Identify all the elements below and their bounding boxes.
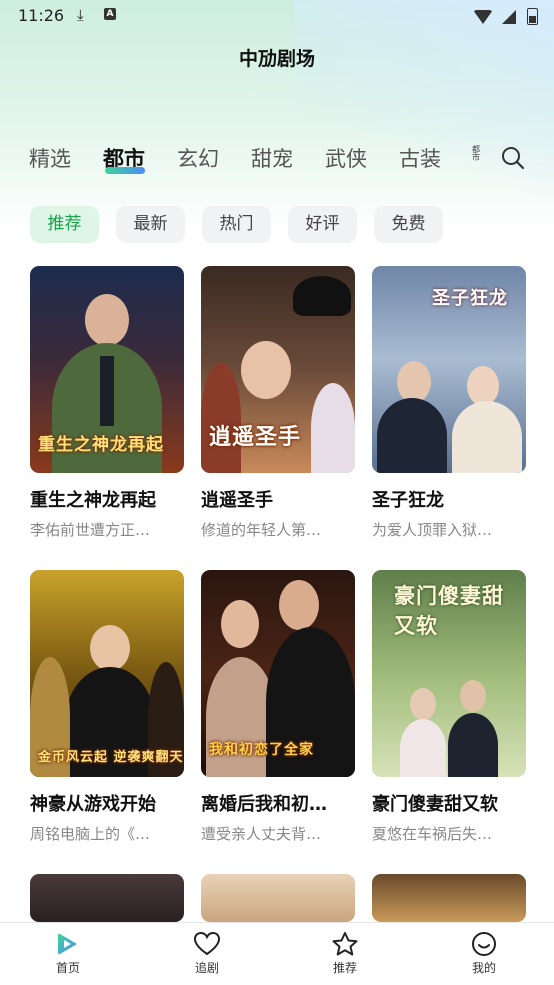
bottom-navigation: 首页 追剧 推荐 我的 [0,922,554,985]
drama-title: 逍遥圣手 [201,490,273,511]
drama-title: 离婚后我和初… [201,794,327,815]
drama-card[interactable]: 逍遥圣手 逍遥圣手 修道的年轻人第… [201,266,355,540]
chip-haoping[interactable]: 好评 [288,206,357,243]
drama-card[interactable] [372,874,526,922]
drama-poster[interactable]: 金币风云起 逆袭爽翻天 [30,570,184,777]
app-title: 中劢剧场 [238,48,315,70]
tab-tianchong[interactable]: 甜宠 [251,143,293,173]
drama-poster[interactable]: 圣子狂龙 [372,266,526,473]
home-play-icon [58,933,77,955]
drama-card[interactable]: 重生之神龙再起 重生之神龙再起 李佑前世遭方正… [30,266,184,540]
poster-title-art: 圣子狂龙 [432,288,508,309]
drama-description: 修道的年轻人第… [201,521,322,539]
search-icon[interactable] [501,146,525,170]
tab-jingxuan[interactable]: 精选 [29,143,71,173]
tab-wuxia[interactable]: 武侠 [325,143,367,173]
drama-description: 为爱人顶罪入狱… [372,521,493,539]
heart-icon [193,931,221,956]
header-background [0,0,554,230]
drama-poster[interactable] [201,874,355,922]
nav-following-label: 追剧 [194,961,219,975]
poster-title-art: 豪门傻妻甜又软 [394,584,504,638]
chip-remen[interactable]: 热门 [202,206,271,243]
drama-description: 遭受亲人丈夫背… [201,825,322,843]
poster-title-art: 金币风云起 逆袭爽翻天 [38,750,184,765]
drama-description: 李佑前世遭方正… [30,521,151,539]
download-icon: ⤓ [77,6,84,24]
nav-profile-label: 我的 [471,961,496,975]
nav-home-label: 首页 [55,961,80,975]
poster-title-art: 逍遥圣手 [209,425,302,450]
nav-recommend-label: 推荐 [332,961,357,975]
poster-title-art: 重生之神龙再起 [38,435,164,455]
nav-following[interactable]: 追剧 [172,931,242,976]
star-icon [332,932,358,956]
tab-guzhuang[interactable]: 古装 [399,143,441,173]
poster-title-art: 我和初恋了全家 [209,742,314,758]
notification-a-icon: A [104,8,116,20]
wifi-icon [472,9,493,24]
drama-poster[interactable] [372,874,526,922]
drama-card[interactable] [201,874,355,922]
signal-icon [501,9,516,24]
drama-card[interactable]: 圣子狂龙 圣子狂龙 为爱人顶罪入狱… [372,266,526,540]
drama-card[interactable]: 豪门傻妻甜又软 豪门傻妻甜又软 夏悠在车祸后失… [372,570,526,844]
drama-card[interactable]: 金币风云起 逆袭爽翻天 神豪从游戏开始 周铭电脑上的《… [30,570,184,844]
drama-poster[interactable]: 逍遥圣手 [201,266,355,473]
drama-card[interactable] [30,874,184,922]
chip-zuixin[interactable]: 最新 [116,206,185,243]
drama-title: 豪门傻妻甜又软 [372,794,498,815]
drama-title: 圣子狂龙 [372,490,444,511]
tab-xuanhuan[interactable]: 玄幻 [177,143,219,173]
drama-title: 重生之神龙再起 [30,490,156,511]
chip-mianfei[interactable]: 免费 [374,206,443,243]
battery-icon [527,8,538,25]
drama-poster[interactable] [30,874,184,922]
smiley-icon [472,932,496,956]
drama-card[interactable]: 我和初恋了全家 离婚后我和初… 遭受亲人丈夫背… [201,570,355,844]
drama-title: 神豪从游戏开始 [30,794,156,815]
drama-poster[interactable]: 我和初恋了全家 [201,570,355,777]
chip-tuijian[interactable]: 推荐 [30,206,99,243]
drama-poster[interactable]: 豪门傻妻甜又软 [372,570,526,777]
drama-poster[interactable]: 重生之神龙再起 [30,266,184,473]
nav-recommend[interactable]: 推荐 [310,931,380,976]
status-time: 11:26 [18,6,65,25]
nav-home[interactable]: 首页 [33,931,103,976]
drama-description: 夏悠在车祸后失… [372,825,493,843]
drama-description: 周铭电脑上的《… [30,825,151,843]
active-tab-indicator [105,167,145,174]
status-bar: 11:26 ⤓ A [0,0,554,30]
tab-more-overflow[interactable]: 都市 [472,146,480,162]
nav-profile[interactable]: 我的 [449,931,519,976]
